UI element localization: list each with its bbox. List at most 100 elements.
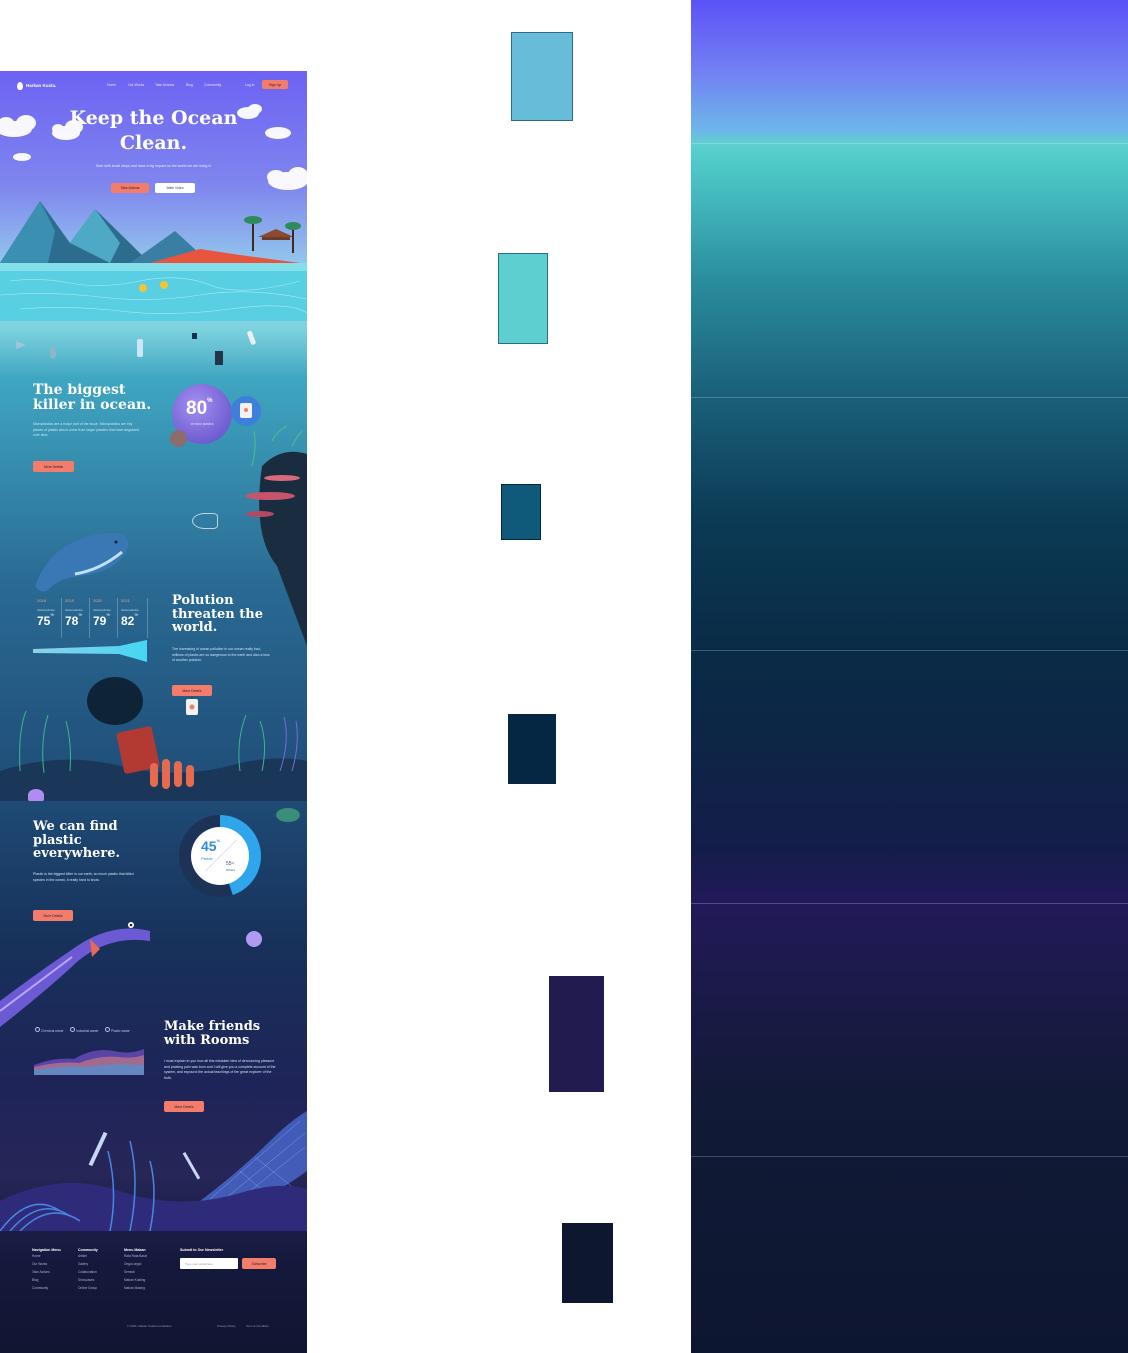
newsletter-title: Submit to Our Newsletter xyxy=(180,1248,224,1252)
turtle-icon xyxy=(276,808,300,822)
friends-section-text: I must explain to you how all this mista… xyxy=(164,1059,276,1080)
footer-link-2[interactable]: Ongol-ongol xyxy=(124,1260,147,1268)
newsletter-email-placeholder: Type your email here xyxy=(185,1261,214,1266)
plastic-title-line-2: plastic xyxy=(33,832,82,848)
friends-title-line-1: Make friends xyxy=(164,1019,261,1034)
color-swatch-navy xyxy=(508,714,556,784)
waste-legend: Chemical waste Industrial waste Plastic … xyxy=(35,1027,130,1033)
footer-terms-link[interactable]: Term & Condition xyxy=(246,1324,269,1328)
footer-link-blog[interactable]: Blog xyxy=(32,1276,61,1284)
pollution-stats-panel: 2018 Global pollution 75% 2019 Global po… xyxy=(33,598,149,668)
login-link[interactable]: Log In xyxy=(245,83,254,87)
color-swatch-turquoise xyxy=(498,253,548,344)
plastic-section-text: Plastic is the biggest killer in our ear… xyxy=(33,872,134,882)
color-swatch-indigo xyxy=(549,976,604,1092)
underwater-debris-illustration xyxy=(16,330,256,365)
gradient-band-divider xyxy=(691,903,1128,904)
background-gradient-panel xyxy=(691,0,1128,1353)
legend-chemical-waste: Chemical waste xyxy=(35,1027,63,1033)
footer-link-artikel[interactable]: Artikel xyxy=(78,1252,98,1260)
pollution-year-2021: 2021 Global pollution 82% xyxy=(117,598,148,638)
hero-title-line-1: Keep the Ocean xyxy=(69,107,238,129)
seabed-barrel-illustration xyxy=(0,677,307,801)
footer-copyright: © 2021 Harkan Kusta Foundation xyxy=(127,1324,172,1328)
nav-item-home[interactable]: Home xyxy=(107,83,116,87)
footer-link-community[interactable]: Community xyxy=(32,1284,61,1292)
footer-link-our-works[interactable]: Our Works xyxy=(32,1260,61,1268)
nav-item-community[interactable]: Community xyxy=(204,83,221,87)
newsletter-email-input[interactable]: Type your email here xyxy=(180,1258,238,1269)
footer: Navigation Menu Home Our Works Take Acti… xyxy=(0,1236,307,1353)
plastic-bag-badge-icon xyxy=(231,396,261,426)
year-label: 2018 xyxy=(37,598,46,603)
footer-link-take-actions[interactable]: Take Actions xyxy=(32,1268,61,1276)
nav-item-blog[interactable]: Blog xyxy=(186,83,193,87)
others-label: Others xyxy=(226,868,236,872)
plastic-title-line-3: everywhere. xyxy=(33,846,121,862)
legend-plastic-waste: Plastic waste xyxy=(105,1027,130,1033)
pollution-year-2018: 2018 Global pollution 75% xyxy=(33,598,62,638)
footer-link-online-group[interactable]: Online Group xyxy=(78,1284,98,1292)
pollution-trend-band xyxy=(33,640,147,662)
year-value: 79% xyxy=(93,612,110,628)
color-swatch-deep-teal xyxy=(501,484,541,540)
footer-link-home[interactable]: Home xyxy=(32,1252,61,1260)
friends-title-line-2: with Rooms xyxy=(164,1032,250,1048)
friends-section-title: Make friends with Rooms xyxy=(164,1020,260,1047)
footer-link-4[interactable]: Mahan Kusting xyxy=(124,1276,147,1284)
footer-link-1[interactable]: Rata Rata Barat xyxy=(124,1252,147,1260)
hero-title: Keep the Ocean Clean. xyxy=(0,107,307,154)
gradient-band-divider xyxy=(691,397,1128,398)
nav-item-our-works[interactable]: Our Works xyxy=(128,83,144,87)
nav-item-take-actions[interactable]: Take Actions xyxy=(155,83,174,87)
footer-community-menu: Community Artikel Gallery Collaboration … xyxy=(78,1248,98,1292)
brand-logo-icon[interactable] xyxy=(17,82,23,90)
color-swatch-dark-navy xyxy=(562,1223,613,1303)
year-label: 2020 xyxy=(93,598,102,603)
microplastic-stat-label: of micro plastics xyxy=(190,422,214,426)
pollution-title-line-1: Polution xyxy=(172,593,234,608)
footer-link-3[interactable]: Semwit xyxy=(124,1268,147,1276)
jellyfish-icon xyxy=(28,789,44,801)
legend-industrial-waste: Industrial waste xyxy=(70,1027,98,1033)
header: Harkan Kusta. Home Our Works Take Action… xyxy=(0,71,307,99)
color-swatch-light-blue xyxy=(511,32,573,121)
footer-link-collaboration[interactable]: Collaboration xyxy=(78,1268,98,1276)
fish-skeleton-icon xyxy=(192,513,218,529)
pollution-section-text: The increasing of ocean pollution in our… xyxy=(172,647,270,663)
brand-name[interactable]: Harkan Kusta. xyxy=(26,83,56,88)
plastic-percentage: 45% xyxy=(201,838,221,854)
newsletter: Submit to Our Newsletter Type your email… xyxy=(180,1248,280,1269)
killer-more-details-button[interactable]: More Details xyxy=(33,461,74,472)
eel-net-illustration xyxy=(0,922,262,1027)
footer-makan-menu: Menu Makan Rata Rata Barat Ongol-ongol S… xyxy=(124,1248,147,1292)
plastic-share-donut: 45% Plastic 55% Others xyxy=(179,815,261,897)
footer-link-showcases[interactable]: Showcases xyxy=(78,1276,98,1284)
killer-section-text: Microplastics are a major part of the is… xyxy=(33,422,140,438)
donut-inner: 45% Plastic 55% Others xyxy=(191,827,249,885)
footer-link-gallery[interactable]: Gallery xyxy=(78,1260,98,1268)
pollution-year-2019: 2019 Global pollution 78% xyxy=(61,598,90,638)
website-mockup: Harkan Kusta. Home Our Works Take Action… xyxy=(0,71,307,1353)
footer-privacy-link[interactable]: Privacy Policy xyxy=(217,1324,236,1328)
footer-nav-menu: Navigation Menu Home Our Works Take Acti… xyxy=(32,1248,61,1292)
year-label: 2021 xyxy=(121,598,130,603)
others-percentage: 55% xyxy=(226,861,235,867)
killer-section-title: The biggest killer in ocean. xyxy=(33,383,151,412)
killer-title-line-1: The biggest xyxy=(33,382,126,398)
subscribe-button[interactable]: Subscribe xyxy=(242,1258,276,1269)
year-value: 78% xyxy=(65,612,82,628)
can-badge-icon xyxy=(170,430,187,447)
gradient-band-divider xyxy=(691,143,1128,144)
waste-area-chart xyxy=(34,1049,144,1075)
pollution-title-line-2: threaten the xyxy=(172,606,263,622)
pollution-section-title: Polution threaten the world. xyxy=(172,594,263,635)
hero-title-line-2: Clean. xyxy=(119,131,188,154)
whale-illustration xyxy=(35,532,129,592)
year-value: 75% xyxy=(37,612,54,628)
hero-subtitle: Start with small steps and have a big im… xyxy=(95,164,212,168)
signup-button[interactable]: Sign Up xyxy=(262,80,288,89)
plastic-title-line-1: We can find xyxy=(33,819,118,834)
gradient-band-divider xyxy=(691,650,1128,651)
footer-link-5[interactable]: Mahan Masing xyxy=(124,1284,147,1292)
